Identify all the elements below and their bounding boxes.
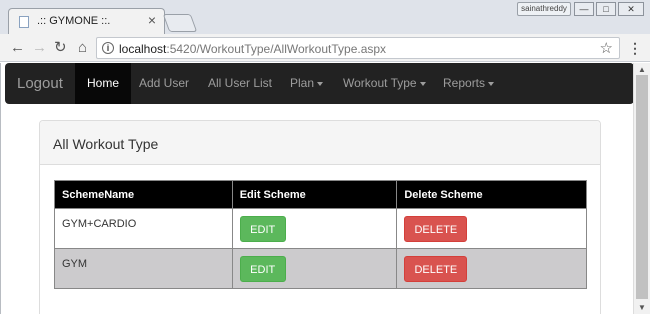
delete-cell: DELETE xyxy=(396,208,587,249)
browser-tab[interactable]: .:: GYMONE ::. × xyxy=(8,8,165,34)
page-viewport: Logout Home Add User All User List Plan … xyxy=(0,63,650,314)
profile-chip[interactable]: sainathreddy xyxy=(517,2,571,16)
url-host: localhost xyxy=(119,42,167,56)
delete-button[interactable]: DELETE xyxy=(404,255,468,282)
page-scrollbar[interactable]: ▲ ▼ xyxy=(633,63,650,314)
edit-cell: EDIT xyxy=(231,248,398,289)
scheme-name-cell: GYM+CARDIO xyxy=(54,208,233,249)
delete-cell: DELETE xyxy=(396,248,587,289)
nav-item-plan[interactable]: Plan xyxy=(278,63,335,104)
new-tab-button[interactable] xyxy=(162,14,198,32)
edit-cell: EDIT xyxy=(231,208,398,249)
caret-down-icon xyxy=(419,81,426,86)
nav-item-home[interactable]: Home xyxy=(75,63,132,104)
workout-type-table: SchemeName Edit Scheme Delete Scheme GYM… xyxy=(54,180,587,289)
nav-item-label: Home xyxy=(87,76,120,90)
address-bar-input[interactable]: i localhost:5420/WorkoutType/AllWorkoutT… xyxy=(96,37,620,59)
edit-button[interactable]: EDIT xyxy=(239,255,286,282)
bookmark-star-icon[interactable]: ☆ xyxy=(600,39,613,57)
panel-heading: All Workout Type xyxy=(40,121,600,165)
browser-menu-icon[interactable]: ⋮ xyxy=(628,40,642,57)
nav-item-reports[interactable]: Reports xyxy=(431,63,506,104)
site-navbar: Logout Home Add User All User List Plan … xyxy=(5,63,634,104)
column-header-scheme-name: SchemeName xyxy=(54,180,233,209)
reload-icon[interactable]: ↻ xyxy=(54,40,67,55)
scheme-name-cell: GYM xyxy=(54,248,233,289)
nav-item-label: Add User xyxy=(139,76,190,90)
forward-arrow-icon[interactable]: → xyxy=(32,40,47,55)
maximize-button[interactable]: □ xyxy=(596,2,616,16)
table-row: GYM+CARDIO EDIT DELETE xyxy=(54,208,587,249)
table-row: GYM EDIT DELETE xyxy=(54,248,587,289)
column-header-delete-scheme: Delete Scheme xyxy=(396,180,587,209)
url-path: :5420/WorkoutType/AllWorkoutType.aspx xyxy=(166,42,387,56)
browser-toolbar: ← → ↻ ⌂ i localhost:5420/WorkoutType/All… xyxy=(0,34,650,62)
nav-item-label: All User List xyxy=(208,76,273,90)
scrollbar-thumb[interactable] xyxy=(636,75,648,299)
column-header-edit-scheme: Edit Scheme xyxy=(231,180,398,209)
edit-button[interactable]: EDIT xyxy=(239,215,286,242)
nav-item-all-user-list[interactable]: All User List xyxy=(196,63,284,104)
url-text: localhost:5420/WorkoutType/AllWorkoutTyp… xyxy=(119,42,386,56)
browser-titlebar: .:: GYMONE ::. × sainathreddy — □ ✕ xyxy=(0,0,650,34)
back-arrow-icon[interactable]: ← xyxy=(10,40,25,55)
nav-item-add-user[interactable]: Add User xyxy=(127,63,201,104)
caret-down-icon xyxy=(488,81,495,86)
nav-item-label: Workout Type xyxy=(343,76,417,90)
logout-link[interactable]: Logout xyxy=(17,75,63,92)
tab-title: .:: GYMONE ::. xyxy=(37,15,111,27)
panel-title: All Workout Type xyxy=(53,136,159,152)
nav-item-label: Plan xyxy=(290,76,315,90)
minimize-button[interactable]: — xyxy=(574,2,594,16)
tab-close-icon[interactable]: × xyxy=(148,12,156,28)
caret-down-icon xyxy=(317,81,324,86)
table-header-row: SchemeName Edit Scheme Delete Scheme xyxy=(54,180,587,209)
nav-item-label: Reports xyxy=(443,76,486,90)
home-icon[interactable]: ⌂ xyxy=(78,40,87,55)
workout-type-panel: All Workout Type SchemeName Edit Scheme … xyxy=(39,120,601,314)
window-close-button[interactable]: ✕ xyxy=(618,2,644,16)
scroll-down-arrow-icon[interactable]: ▼ xyxy=(638,303,646,312)
site-info-icon[interactable]: i xyxy=(102,42,114,54)
scroll-up-arrow-icon[interactable]: ▲ xyxy=(638,65,646,74)
page-favicon-icon xyxy=(19,16,29,28)
nav-item-workout-type[interactable]: Workout Type xyxy=(331,63,438,104)
delete-button[interactable]: DELETE xyxy=(404,215,468,242)
